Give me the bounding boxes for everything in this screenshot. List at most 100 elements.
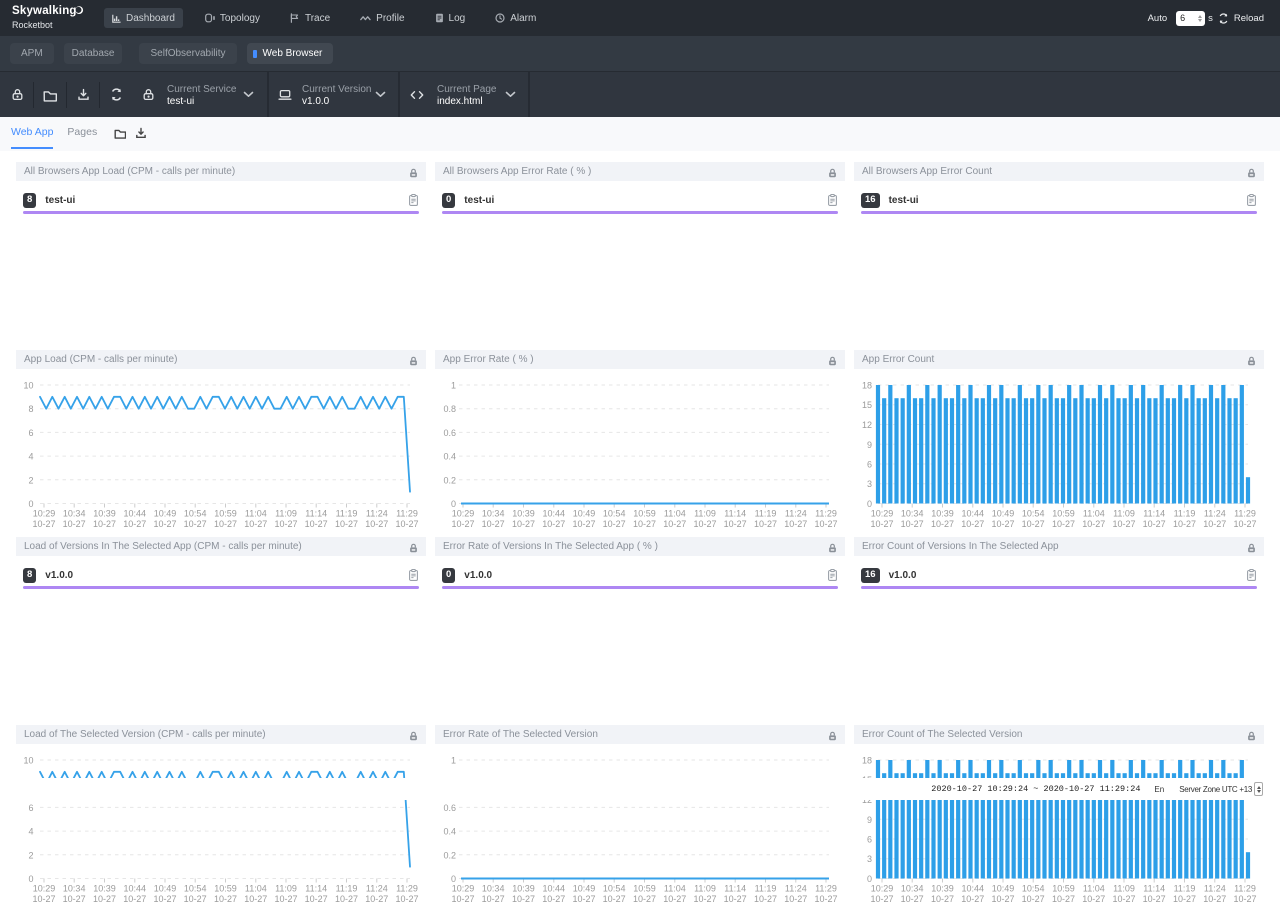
svg-text:10-27: 10-27 bbox=[482, 519, 505, 529]
svg-text:11:09: 11:09 bbox=[1113, 883, 1135, 893]
svg-text:10-27: 10-27 bbox=[814, 519, 837, 529]
svg-text:10:44: 10:44 bbox=[543, 508, 566, 518]
svg-text:10-27: 10-27 bbox=[1173, 519, 1196, 529]
svg-text:10:54: 10:54 bbox=[1022, 883, 1045, 893]
svg-text:10-27: 10-27 bbox=[724, 894, 747, 904]
svg-text:0: 0 bbox=[451, 499, 456, 509]
svg-text:0: 0 bbox=[28, 499, 33, 509]
svg-text:11:14: 11:14 bbox=[1143, 508, 1165, 518]
svg-text:10-27: 10-27 bbox=[1082, 894, 1105, 904]
svg-text:10:49: 10:49 bbox=[992, 508, 1015, 518]
svg-text:10:39: 10:39 bbox=[512, 883, 535, 893]
svg-text:0.4: 0.4 bbox=[443, 451, 456, 461]
svg-text:2: 2 bbox=[28, 475, 33, 485]
svg-text:11:04: 11:04 bbox=[245, 508, 267, 518]
svg-text:10-27: 10-27 bbox=[1022, 519, 1045, 529]
svg-text:11:19: 11:19 bbox=[1174, 508, 1196, 518]
svg-text:10:29: 10:29 bbox=[871, 508, 894, 518]
svg-text:10:54: 10:54 bbox=[603, 508, 626, 518]
svg-text:10-27: 10-27 bbox=[754, 519, 777, 529]
svg-text:11:04: 11:04 bbox=[245, 883, 267, 893]
svg-text:10:59: 10:59 bbox=[633, 883, 656, 893]
svg-text:10-27: 10-27 bbox=[931, 894, 954, 904]
svg-text:11:09: 11:09 bbox=[694, 508, 716, 518]
svg-text:10-27: 10-27 bbox=[93, 519, 116, 529]
svg-text:10:59: 10:59 bbox=[1052, 508, 1075, 518]
svg-text:0.6: 0.6 bbox=[443, 802, 456, 812]
svg-text:10-27: 10-27 bbox=[274, 894, 297, 904]
svg-text:10-27: 10-27 bbox=[901, 519, 924, 529]
svg-text:11:19: 11:19 bbox=[336, 883, 358, 893]
svg-text:10-27: 10-27 bbox=[542, 894, 565, 904]
svg-text:11:24: 11:24 bbox=[1204, 508, 1226, 518]
svg-text:10-27: 10-27 bbox=[451, 519, 474, 529]
svg-text:10:59: 10:59 bbox=[1052, 883, 1075, 893]
svg-text:10-27: 10-27 bbox=[1233, 519, 1256, 529]
svg-text:10:59: 10:59 bbox=[214, 883, 237, 893]
svg-text:10:59: 10:59 bbox=[214, 508, 237, 518]
svg-text:10:49: 10:49 bbox=[573, 508, 596, 518]
svg-text:10-27: 10-27 bbox=[1203, 519, 1226, 529]
svg-text:15: 15 bbox=[862, 400, 872, 410]
svg-text:6: 6 bbox=[867, 834, 872, 844]
svg-text:4: 4 bbox=[28, 826, 33, 836]
svg-text:0.8: 0.8 bbox=[443, 404, 456, 414]
svg-text:10-27: 10-27 bbox=[365, 519, 388, 529]
svg-text:10-27: 10-27 bbox=[123, 519, 146, 529]
svg-text:10:34: 10:34 bbox=[63, 508, 86, 518]
svg-text:0: 0 bbox=[451, 874, 456, 884]
svg-text:10:44: 10:44 bbox=[124, 883, 147, 893]
svg-text:10:34: 10:34 bbox=[482, 508, 505, 518]
svg-text:10:39: 10:39 bbox=[93, 883, 116, 893]
svg-text:10-27: 10-27 bbox=[1112, 519, 1135, 529]
svg-text:11:29: 11:29 bbox=[396, 883, 418, 893]
svg-text:1: 1 bbox=[451, 755, 456, 765]
svg-text:10:44: 10:44 bbox=[543, 883, 566, 893]
svg-text:10-27: 10-27 bbox=[663, 519, 686, 529]
svg-text:10-27: 10-27 bbox=[1052, 894, 1075, 904]
svg-text:10:49: 10:49 bbox=[992, 883, 1015, 893]
svg-text:3: 3 bbox=[867, 479, 872, 489]
svg-text:10:34: 10:34 bbox=[901, 883, 924, 893]
svg-text:10-27: 10-27 bbox=[451, 894, 474, 904]
svg-text:10:34: 10:34 bbox=[901, 508, 924, 518]
svg-text:10-27: 10-27 bbox=[870, 519, 893, 529]
svg-text:11:04: 11:04 bbox=[1083, 883, 1105, 893]
svg-text:10-27: 10-27 bbox=[784, 894, 807, 904]
svg-text:10-27: 10-27 bbox=[663, 894, 686, 904]
svg-text:10-27: 10-27 bbox=[1173, 894, 1196, 904]
svg-text:10-27: 10-27 bbox=[365, 894, 388, 904]
svg-text:10-27: 10-27 bbox=[1112, 894, 1135, 904]
svg-text:11:14: 11:14 bbox=[724, 883, 746, 893]
svg-text:11:04: 11:04 bbox=[664, 508, 686, 518]
svg-text:10-27: 10-27 bbox=[1203, 894, 1226, 904]
svg-text:3: 3 bbox=[867, 854, 872, 864]
svg-text:11:29: 11:29 bbox=[1234, 883, 1256, 893]
svg-text:10-27: 10-27 bbox=[214, 894, 237, 904]
svg-text:10-27: 10-27 bbox=[305, 519, 328, 529]
svg-text:10-27: 10-27 bbox=[63, 519, 86, 529]
svg-text:10-27: 10-27 bbox=[1143, 894, 1166, 904]
svg-text:9: 9 bbox=[867, 439, 872, 449]
svg-text:8: 8 bbox=[28, 404, 33, 414]
svg-text:10-27: 10-27 bbox=[93, 894, 116, 904]
svg-text:11:04: 11:04 bbox=[664, 883, 686, 893]
svg-text:10:49: 10:49 bbox=[154, 883, 177, 893]
svg-text:11:29: 11:29 bbox=[396, 508, 418, 518]
svg-text:11:14: 11:14 bbox=[305, 883, 327, 893]
svg-text:10-27: 10-27 bbox=[184, 519, 207, 529]
svg-text:11:14: 11:14 bbox=[724, 508, 746, 518]
svg-text:11:24: 11:24 bbox=[366, 508, 388, 518]
svg-text:10-27: 10-27 bbox=[693, 894, 716, 904]
svg-text:10-27: 10-27 bbox=[633, 519, 656, 529]
svg-text:10-27: 10-27 bbox=[335, 894, 358, 904]
svg-text:1: 1 bbox=[451, 380, 456, 390]
svg-text:10-27: 10-27 bbox=[991, 519, 1014, 529]
svg-text:4: 4 bbox=[28, 451, 33, 461]
svg-text:10-27: 10-27 bbox=[123, 894, 146, 904]
svg-text:10-27: 10-27 bbox=[1233, 894, 1256, 904]
svg-text:11:04: 11:04 bbox=[1083, 508, 1105, 518]
svg-text:10-27: 10-27 bbox=[274, 519, 297, 529]
svg-text:10-27: 10-27 bbox=[961, 519, 984, 529]
svg-text:0.2: 0.2 bbox=[443, 850, 456, 860]
